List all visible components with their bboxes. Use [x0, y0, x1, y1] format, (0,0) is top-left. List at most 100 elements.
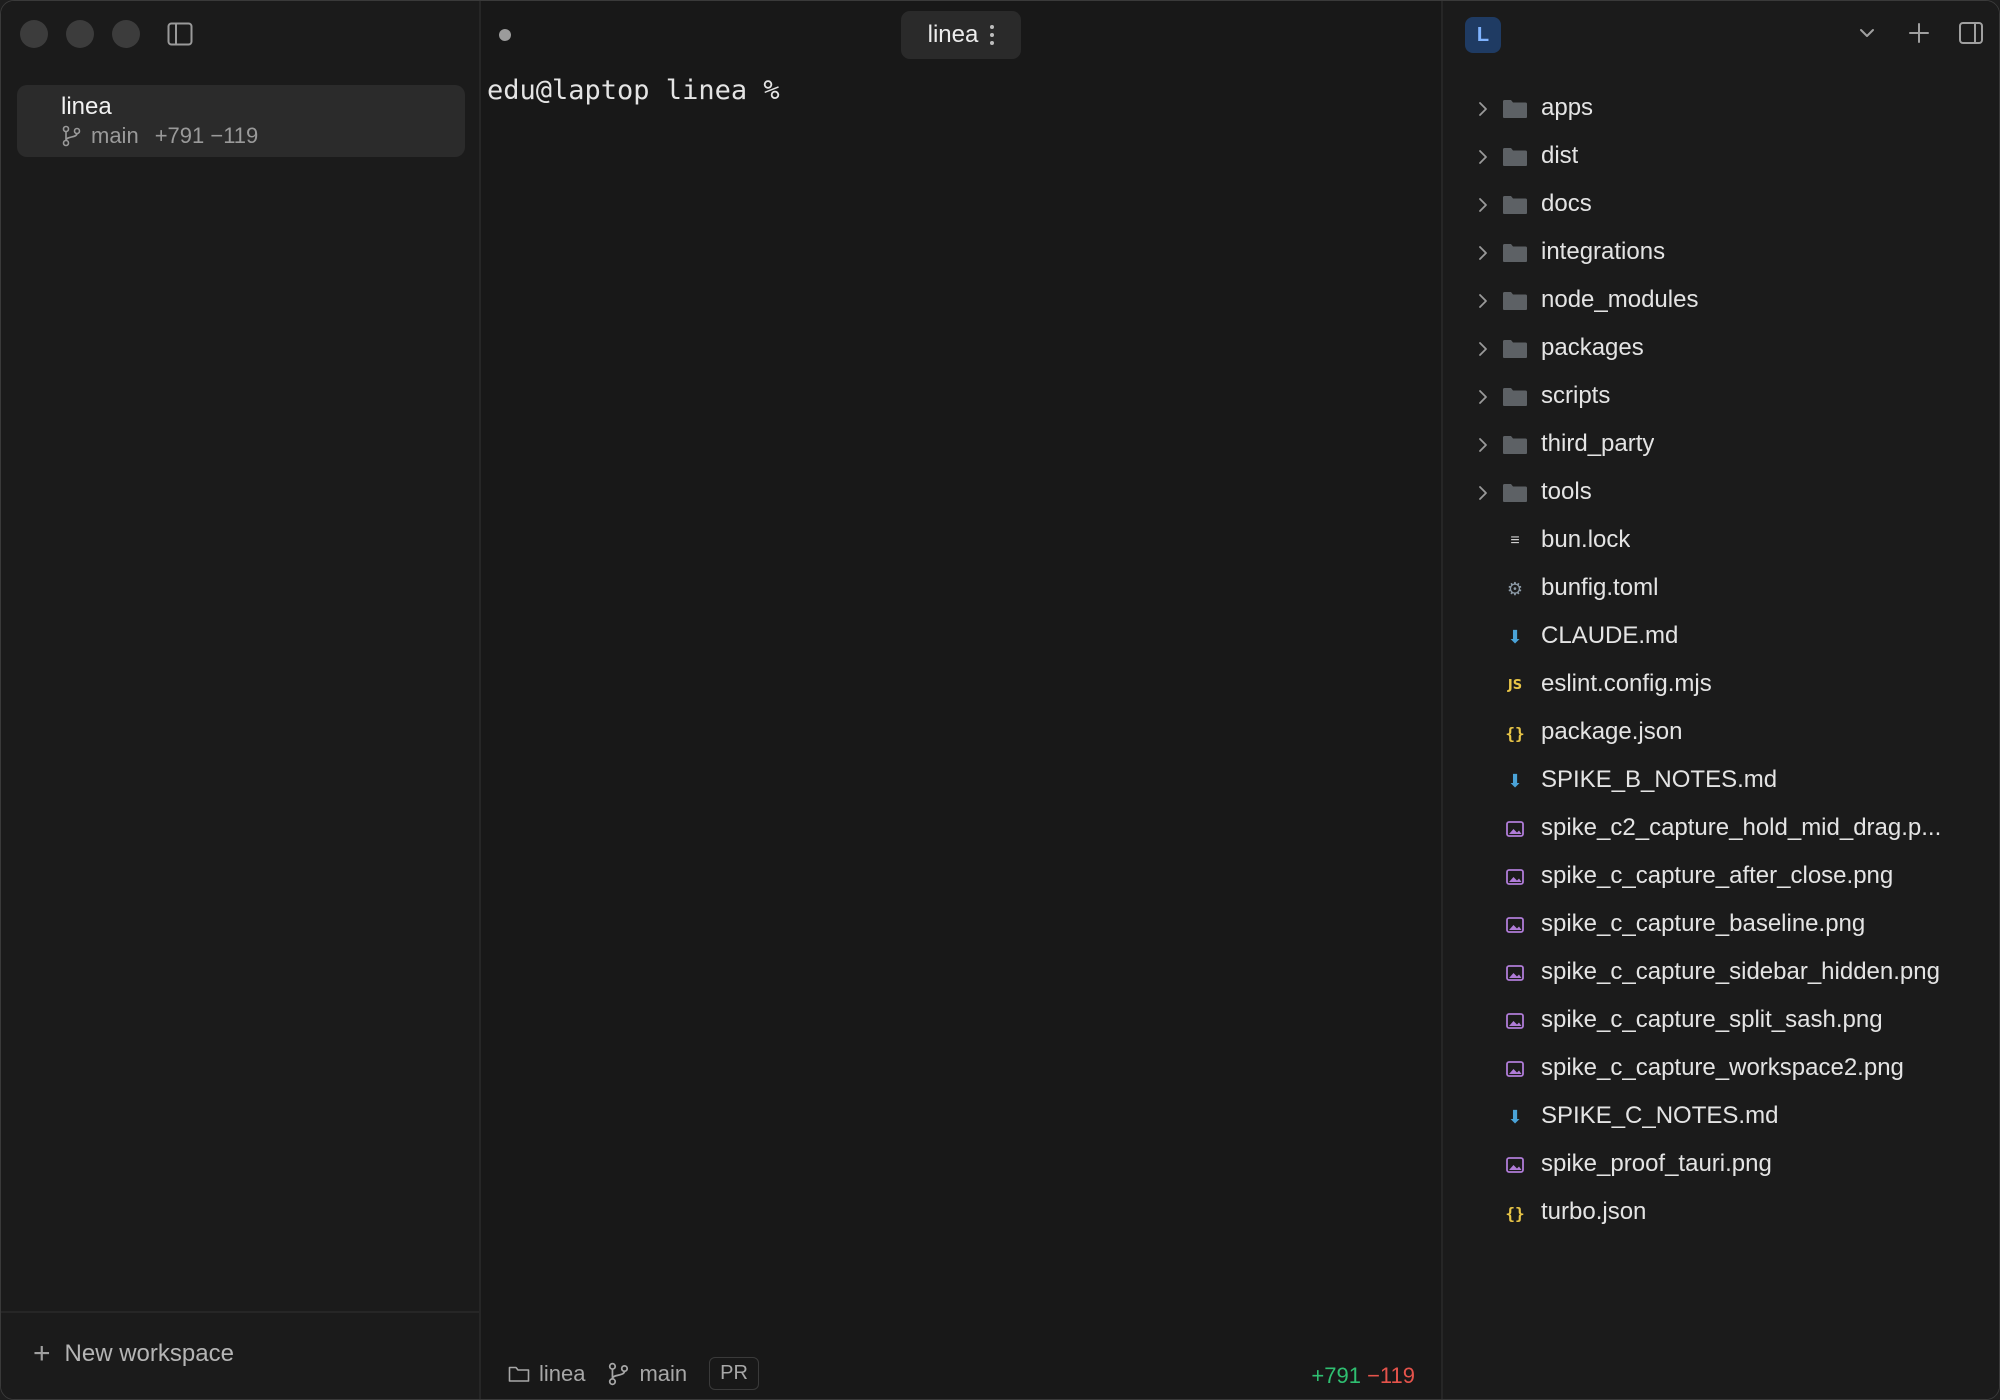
tree-file-row[interactable]: ⬇ SPIKE_C_NOTES.md — [1443, 1093, 1999, 1141]
tree-item-name: third_party — [1541, 430, 1655, 457]
chevron-right-icon[interactable] — [1473, 387, 1493, 407]
maximize-window-button[interactable] — [112, 20, 140, 48]
deletions-count: −119 — [1367, 1363, 1415, 1388]
pr-button[interactable]: PR — [709, 1357, 759, 1390]
tree-item-name: packages — [1541, 334, 1644, 361]
chevron-right-icon[interactable] — [1473, 435, 1493, 455]
new-workspace-button[interactable]: + New workspace — [33, 1339, 234, 1369]
branch-icon — [62, 125, 81, 147]
status-branch[interactable]: main — [607, 1361, 687, 1387]
tree-file-row[interactable]: ≡ bun.lock — [1443, 517, 1999, 565]
explorer-toolbar — [1853, 19, 1985, 47]
tree-file-row[interactable]: spike_c_capture_after_close.png — [1443, 853, 1999, 901]
image-icon — [1501, 865, 1529, 889]
tree-file-row[interactable]: spike_c_capture_sidebar_hidden.png — [1443, 949, 1999, 997]
chevron-right-icon[interactable] — [1473, 291, 1493, 311]
branch-icon — [609, 1362, 629, 1385]
status-diff: +791 −119 — [1311, 1363, 1415, 1389]
tree-file-row[interactable]: ⬇ SPIKE_B_NOTES.md — [1443, 757, 1999, 805]
new-workspace-label: New workspace — [64, 1340, 234, 1367]
folder-icon — [1501, 433, 1529, 457]
chevron-right-icon[interactable] — [1473, 339, 1493, 359]
tree-file-row[interactable]: {} package.json — [1443, 709, 1999, 757]
tree-item-name: apps — [1541, 94, 1594, 121]
tree-item-name: CLAUDE.md — [1541, 622, 1679, 649]
markdown-icon: ⬇ — [1507, 1106, 1523, 1127]
image-icon — [1501, 817, 1529, 841]
tree-item-name: SPIKE_B_NOTES.md — [1541, 766, 1778, 793]
tree-file-row[interactable]: ⚙ bunfig.toml — [1443, 565, 1999, 613]
tree-folder-row[interactable]: node_modules — [1443, 277, 1999, 325]
avatar[interactable]: L — [1465, 17, 1501, 53]
tree-item-name: bun.lock — [1541, 526, 1631, 553]
status-folder-label: linea — [539, 1360, 586, 1386]
tree-folder-row[interactable]: tools — [1443, 469, 1999, 517]
tree-item-name: spike_c_capture_baseline.png — [1541, 910, 1866, 937]
terminal-pane: linea edu@laptop linea % linea main PR +… — [481, 1, 1441, 1399]
file-explorer: L apps dist docs integrations node_modulespa… — [1441, 1, 1999, 1399]
tree-file-row[interactable]: spike_proof_tauri.png — [1443, 1141, 1999, 1189]
folder-icon — [1501, 145, 1529, 169]
tree-folder-row[interactable]: packages — [1443, 325, 1999, 373]
folder-outline-icon — [508, 1366, 530, 1382]
tree-item-name: spike_c_capture_workspace2.png — [1541, 1054, 1904, 1081]
tree-folder-row[interactable]: integrations — [1443, 229, 1999, 277]
workspace-diff: +791 −119 — [154, 123, 259, 148]
image-icon — [1501, 1009, 1529, 1033]
chevron-right-icon[interactable] — [1473, 147, 1493, 167]
folder-icon — [1501, 289, 1529, 313]
tree-item-name: turbo.json — [1541, 1198, 1647, 1225]
chevron-right-icon[interactable] — [1473, 483, 1493, 503]
tree-file-row[interactable]: ⬇ CLAUDE.md — [1443, 613, 1999, 661]
image-icon — [1501, 913, 1529, 937]
js-icon: JS — [1507, 677, 1523, 693]
terminal-prompt[interactable]: edu@laptop linea % — [487, 75, 780, 106]
tree-file-row[interactable]: spike_c2_capture_hold_mid_drag.p... — [1443, 805, 1999, 853]
tree-folder-row[interactable]: apps — [1443, 85, 1999, 133]
tree-folder-row[interactable]: dist — [1443, 133, 1999, 181]
additions-count: +791 — [1311, 1363, 1361, 1388]
tree-item-name: spike_c_capture_split_sash.png — [1541, 1006, 1883, 1033]
tree-item-name: package.json — [1541, 718, 1683, 745]
tree-item-name: docs — [1541, 190, 1592, 217]
folder-icon — [1501, 337, 1529, 361]
chevron-right-icon[interactable] — [1473, 243, 1493, 263]
workspace-item[interactable]: linea main +791 −119 — [17, 85, 465, 157]
tab-terminal[interactable]: linea — [901, 11, 1021, 59]
more-options-icon[interactable] — [990, 25, 995, 45]
panel-toggle-icon[interactable] — [1957, 19, 1985, 47]
tree-item-name: dist — [1541, 142, 1579, 169]
sidebar-toggle-icon[interactable] — [167, 22, 193, 46]
json-icon: {} — [1505, 723, 1525, 743]
text-file-icon: ≡ — [1510, 532, 1520, 549]
tree-item-name: eslint.config.mjs — [1541, 670, 1712, 697]
chevron-down-icon[interactable] — [1853, 19, 1881, 47]
plus-icon: + — [33, 1337, 51, 1370]
chevron-right-icon[interactable] — [1473, 195, 1493, 215]
folder-icon — [1501, 385, 1529, 409]
chevron-right-icon[interactable] — [1473, 99, 1493, 119]
tree-item-name: integrations — [1541, 238, 1666, 265]
minimize-window-button[interactable] — [66, 20, 94, 48]
markdown-icon: ⬇ — [1507, 626, 1523, 647]
tree-folder-row[interactable]: docs — [1443, 181, 1999, 229]
tree-item-name: spike_c_capture_after_close.png — [1541, 862, 1894, 889]
add-icon[interactable] — [1905, 19, 1933, 47]
close-window-button[interactable] — [20, 20, 48, 48]
tree-item-name: spike_proof_tauri.png — [1541, 1150, 1772, 1177]
tree-file-row[interactable]: {} turbo.json — [1443, 1189, 1999, 1237]
tree-folder-row[interactable]: third_party — [1443, 421, 1999, 469]
tree-item-name: spike_c_capture_sidebar_hidden.png — [1541, 958, 1940, 985]
tree-file-row[interactable]: spike_c_capture_workspace2.png — [1443, 1045, 1999, 1093]
window-controls — [20, 20, 140, 48]
tree-item-name: bunfig.toml — [1541, 574, 1659, 601]
tree-file-row[interactable]: spike_c_capture_split_sash.png — [1443, 997, 1999, 1045]
tree-folder-row[interactable]: scripts — [1443, 373, 1999, 421]
workspace-meta: main +791 −119 — [61, 123, 258, 149]
tree-file-row[interactable]: JS eslint.config.mjs — [1443, 661, 1999, 709]
tree-file-row[interactable]: spike_c_capture_baseline.png — [1443, 901, 1999, 949]
tree-item-name: spike_c2_capture_hold_mid_drag.p... — [1541, 814, 1942, 841]
gear-icon: ⚙ — [1506, 578, 1524, 599]
image-icon — [1501, 961, 1529, 985]
status-folder[interactable]: linea — [507, 1361, 585, 1387]
